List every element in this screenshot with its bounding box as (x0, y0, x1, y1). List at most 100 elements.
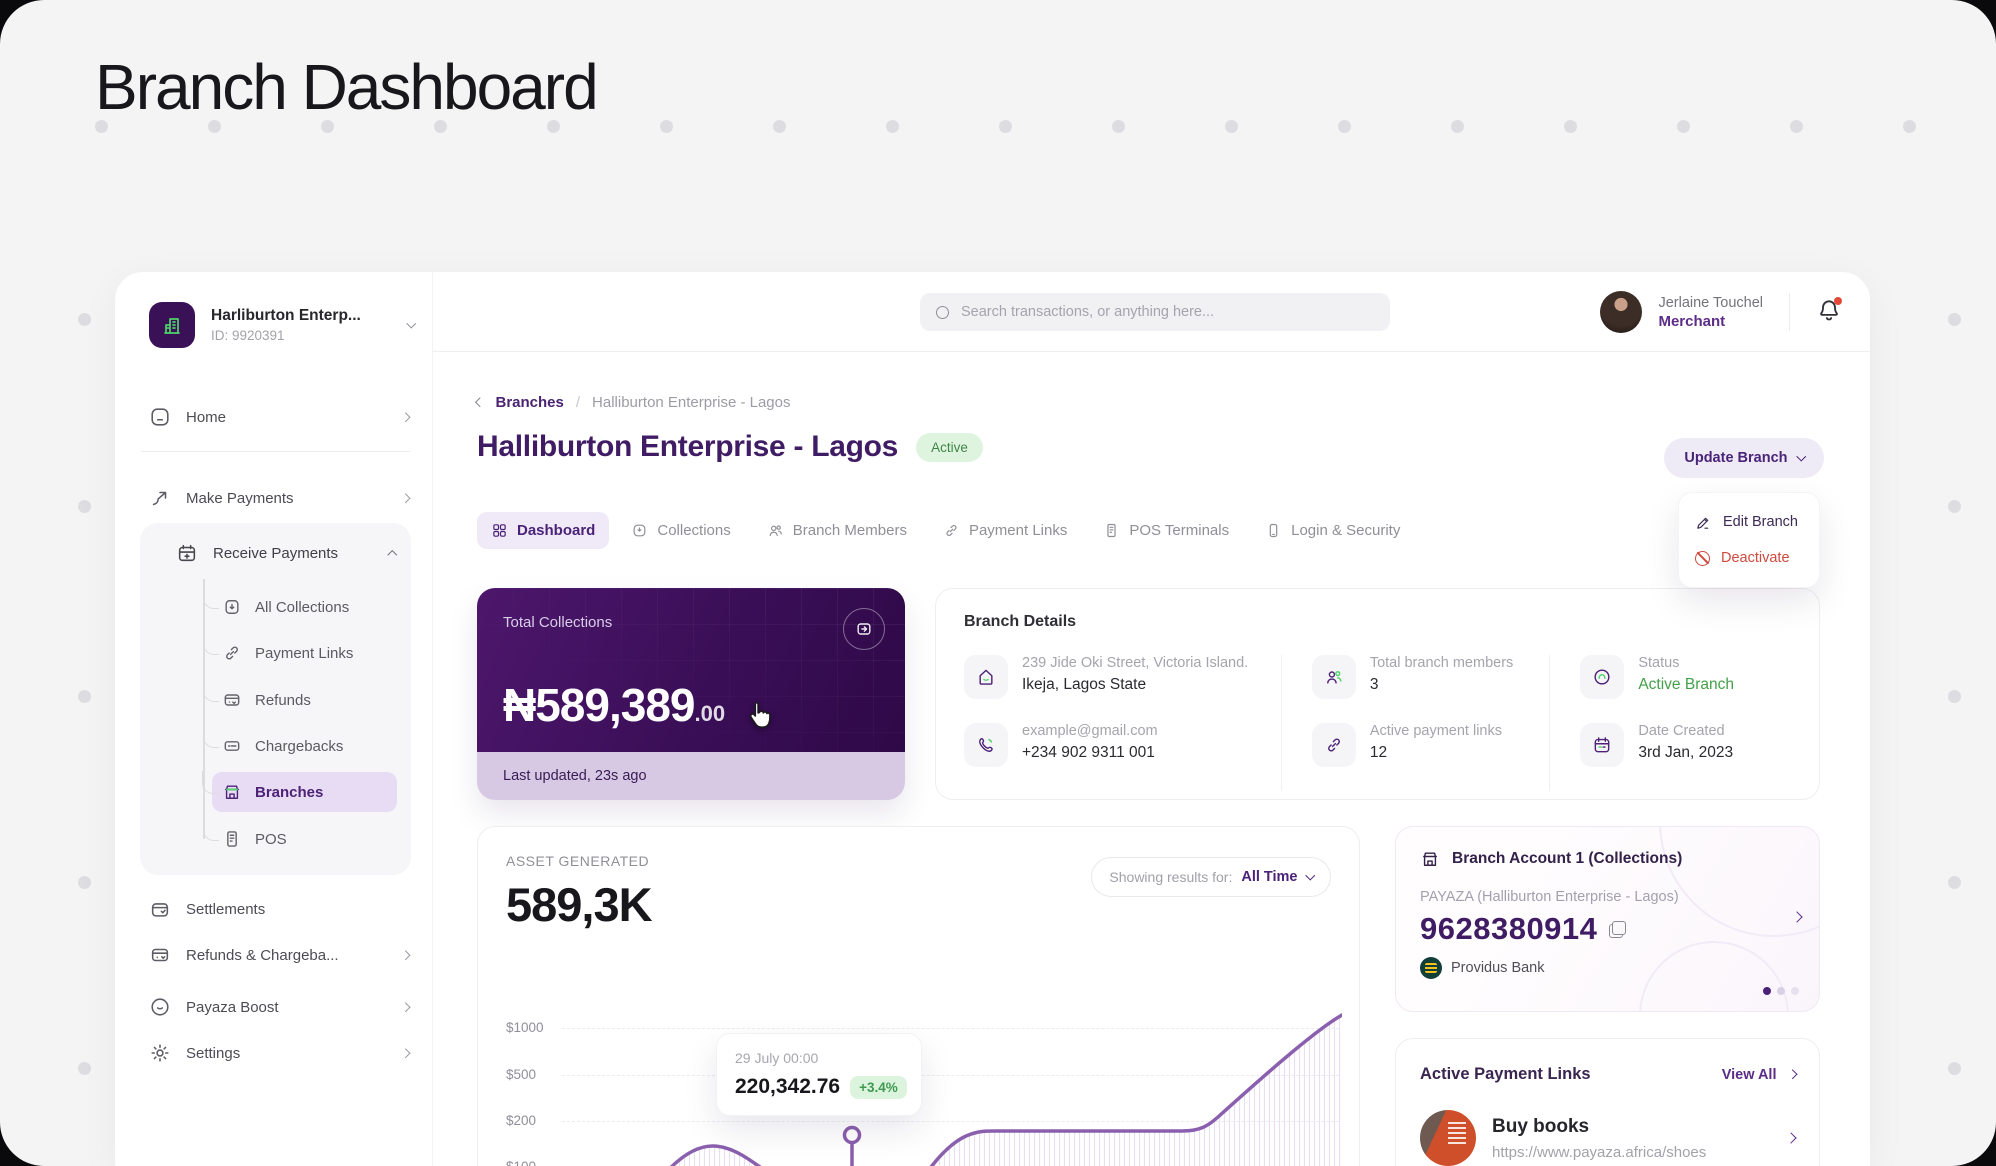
last-updated-text: Last updated, 23s ago (477, 752, 905, 800)
menu-item-label: Deactivate (1721, 550, 1790, 566)
pencil-icon (1697, 517, 1709, 529)
amount-main: ₦589,389 (503, 679, 695, 731)
sidebar-item-pos[interactable]: POS (180, 818, 397, 859)
payment-link-item[interactable]: Buy books https://www.payaza.africa/shoe… (1420, 1110, 1797, 1166)
collections-icon (225, 600, 239, 614)
decor-dot (78, 1062, 91, 1075)
date-created-cell: Date Created 3rd Jan, 2023 (1580, 723, 1773, 767)
payment-link-thumbnail (1420, 1110, 1476, 1166)
chevron-right-icon (400, 493, 410, 503)
decor-dot (1948, 1062, 1961, 1075)
link-icon (946, 525, 957, 536)
tab-label: Dashboard (517, 522, 596, 539)
search-input[interactable] (961, 304, 1374, 320)
send-icon (152, 491, 167, 506)
sidebar-item-all-collections[interactable]: All Collections (180, 586, 397, 627)
branch-details-card: Branch Details 239 Jide Oki Street, Vict… (935, 588, 1820, 800)
tab-label: POS Terminals (1129, 522, 1230, 539)
branch-account-card[interactable]: Branch Account 1 (Collections) PAYAZA (H… (1395, 826, 1820, 1012)
sidebar-item-receive-payments[interactable]: Receive Payments (176, 533, 397, 573)
search-bar[interactable] (920, 293, 1390, 331)
sidebar-item-home[interactable]: Home (149, 397, 410, 437)
active-payment-links-card: Active Payment Links View All Buy books … (1395, 1038, 1820, 1166)
breadcrumb-separator: / (575, 394, 581, 411)
decor-dot (999, 120, 1012, 133)
pos-icon (1107, 523, 1116, 538)
view-all-link[interactable]: View All (1721, 1066, 1797, 1083)
bank-name: Providus Bank (1451, 960, 1545, 976)
sidebar-item-settlements[interactable]: Settlements (149, 889, 408, 929)
sidebar-item-label: Settings (186, 1044, 241, 1062)
tab-payment-links[interactable]: Payment Links (929, 512, 1081, 549)
user-box: Jerlaine Touchel Merchant (1600, 272, 1842, 352)
collections-action-button[interactable] (843, 608, 885, 650)
account-id: ID: 9920391 (211, 328, 285, 343)
phone-icon (964, 723, 1008, 767)
menu-item-deactivate[interactable]: Deactivate (1695, 544, 1803, 572)
update-branch-button[interactable]: Update Branch (1664, 438, 1824, 478)
links-value: 12 (1369, 744, 1388, 761)
tab-dashboard[interactable]: Dashboard (477, 512, 610, 549)
status-icon (1580, 655, 1625, 699)
gear-icon (151, 1044, 169, 1062)
phone-text: +234 902 9311 001 (1022, 744, 1155, 761)
sidebar-item-chargebacks[interactable]: Chargebacks (180, 725, 397, 766)
sidebar-item-payaza-boost[interactable]: Payaza Boost (149, 987, 410, 1027)
total-collections-card[interactable]: Total Collections ₦589,389.00 Last updat… (477, 588, 905, 800)
building-icon (149, 302, 195, 348)
sidebar-item-refunds[interactable]: Refunds (180, 679, 397, 720)
sidebar-item-label: Home (186, 408, 227, 426)
decor-dot (78, 876, 91, 889)
home-icon (964, 655, 1008, 699)
sidebar-item-branches[interactable]: Branches (202, 771, 397, 812)
asset-line-chart[interactable] (542, 1013, 1342, 1166)
chargeback-icon (224, 741, 240, 751)
copy-icon[interactable] (1609, 920, 1627, 938)
store-icon (1423, 852, 1437, 866)
decor-dot (1338, 120, 1351, 133)
sidebar-item-payment-links[interactable]: Payment Links (180, 632, 397, 673)
chevron-left-icon[interactable] (475, 397, 485, 408)
tab-collections[interactable]: Collections (617, 512, 744, 549)
sidebar-item-settings[interactable]: Settings (149, 1033, 410, 1073)
dot[interactable] (1791, 987, 1799, 995)
providus-bank-logo (1420, 957, 1442, 979)
status-cell: Status Active Branch (1580, 655, 1773, 699)
avatar[interactable] (1600, 291, 1643, 333)
filter-value: All Time (1241, 869, 1298, 885)
dot[interactable] (1777, 987, 1785, 995)
card-refund-icon (151, 948, 169, 962)
menu-item-edit-branch[interactable]: Edit Branch (1695, 508, 1803, 536)
tooltip-date: 29 July 00:00 (735, 1050, 819, 1066)
time-filter-dropdown[interactable]: Showing results for: All Time (1091, 857, 1331, 897)
sidebar-item-label: Receive Payments (213, 544, 339, 562)
account-switcher[interactable]: Harliburton Enterp... ID: 9920391 (149, 300, 416, 350)
contact-cell: example@gmail.com +234 902 9311 001 (964, 723, 1263, 767)
members-cell: Total branch members 3 (1311, 655, 1532, 699)
breadcrumb-current: Halliburton Enterprise - Lagos (592, 394, 791, 411)
sidebar-item-make-payments[interactable]: Make Payments (149, 478, 410, 518)
menu-item-label: Edit Branch (1723, 514, 1798, 530)
sidebar-item-label: Payment Links (255, 644, 354, 662)
decor-dot (886, 120, 899, 133)
branch-details-grid: 239 Jide Oki Street, Victoria Island. Ik… (964, 655, 1791, 791)
notification-button[interactable] (1816, 296, 1842, 328)
tab-bar: Dashboard Collections Branch Members Pay… (477, 512, 1414, 549)
tab-pos-terminals[interactable]: POS Terminals (1089, 512, 1243, 549)
chevron-down-icon (406, 318, 416, 329)
decor-dot (78, 500, 91, 513)
store-icon (225, 785, 239, 799)
tab-login-security[interactable]: Login & Security (1251, 512, 1414, 549)
home-icon (151, 408, 169, 426)
carousel-dots[interactable] (1763, 987, 1799, 995)
user-role: Merchant (1658, 312, 1726, 330)
decor-dot (1948, 500, 1961, 513)
tab-branch-members[interactable]: Branch Members (753, 512, 921, 549)
breadcrumb-branches[interactable]: Branches (496, 394, 564, 411)
pos-icon (227, 831, 237, 847)
filter-prefix: Showing results for: (1109, 869, 1233, 885)
sidebar-item-refunds-chargebacks[interactable]: Refunds & Chargeba... (149, 935, 410, 975)
people-icon (769, 525, 782, 537)
dot-active[interactable] (1763, 987, 1771, 995)
view-all-label: View All (1721, 1066, 1777, 1083)
